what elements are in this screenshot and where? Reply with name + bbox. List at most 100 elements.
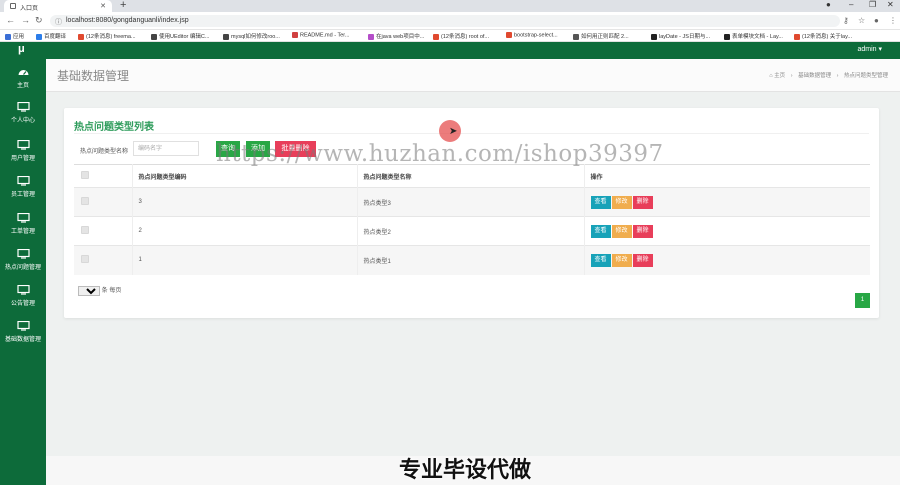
account-icon[interactable]: ● [874,16,879,25]
key-icon[interactable]: ⚷ [843,16,849,25]
edit-button[interactable]: 修改 [611,195,632,209]
delete-button[interactable]: 删除 [632,195,653,209]
monitor-icon [16,321,30,331]
bookmark-item[interactable]: bootstrap-select... [506,32,558,38]
bookmark-favicon-icon [433,33,439,40]
sidebar-item-label: 工单管理 [10,229,35,235]
bookmark-item[interactable]: (12条消息) root of... [433,32,489,40]
promo-banner: 专业毕设代做 [399,458,532,483]
edit-button[interactable]: 修改 [611,253,632,267]
url-field[interactable]: ⓘ localhost:8080/gongdanguanli/index.jsp [50,15,840,27]
delete-button[interactable]: 删除 [632,224,653,238]
bookmark-item[interactable]: 如何用正则匹配 2... [573,32,629,40]
sidebar-item[interactable]: 员工管理 [0,176,46,198]
bookmark-item[interactable]: 百度翻译 [36,32,66,40]
delete-button[interactable]: 删除 [632,253,653,267]
bookmark-item[interactable]: 在java web项目中... [368,32,424,40]
back-icon[interactable]: ← [6,15,15,25]
sidebar-item-label: 热点问题管理 [4,265,41,271]
sidebar-item[interactable]: 工单管理 [0,213,46,235]
breadcrumb-home[interactable]: 主页 [774,73,785,79]
close-window-icon[interactable]: ✕ [887,0,894,9]
table-row: 1 热点类型1 查看 修改 删除 [74,245,870,275]
cell-code: 1 [132,245,358,275]
bookmarks-bar: 应用 百度翻译 (12条消息) freema... 使用UEditor 编辑C... m… [0,30,900,42]
breadcrumb: ⌂ 主页 › 基础数据管理 › 热点问题类型管理 [769,71,888,79]
cell-code: 2 [132,216,358,246]
row-select-cell [74,216,133,246]
sidebar-item[interactable]: 公告管理 [0,285,46,307]
profile-icon[interactable]: ● [826,0,831,9]
page-size-control: 10 条 每页 [78,285,121,296]
select-all-cell [74,164,133,188]
bookmark-item[interactable]: layDate - JS日期与... [651,32,710,40]
cell-code: 3 [132,187,358,217]
bookmark-label: (12条消息) root of... [441,34,489,40]
row-checkbox[interactable] [81,255,89,264]
maximize-icon[interactable]: ❐ [869,0,876,9]
breadcrumb-level1[interactable]: 基础数据管理 [798,73,831,79]
bookmark-favicon-icon [78,33,84,40]
bookmark-item[interactable]: mysql如何修改roo... [223,32,280,40]
new-tab-icon[interactable]: + [120,0,126,11]
bookmark-favicon-icon [724,33,730,40]
sidebar-item-label: 员工管理 [10,192,35,198]
tab-close-icon[interactable]: ✕ [100,2,106,10]
user-menu[interactable]: admin ▾ [857,45,882,53]
column-header-name[interactable]: 热点问题类型名称 [357,164,585,188]
cell-name: 热点类型2 [357,216,585,246]
sidebar-item[interactable]: 用户管理 [0,140,46,162]
sidebar-item[interactable]: 热点问题管理 [0,249,46,271]
sidebar-item[interactable]: 基础数据管理 [0,321,46,343]
monitor-icon [16,140,30,150]
bookmark-item[interactable]: (12条消息) 关于lay... [794,32,852,40]
search-input[interactable] [133,141,199,156]
forward-icon[interactable]: → [21,15,30,25]
bookmark-label: README.md - Ter... [300,32,350,39]
menu-icon[interactable]: ⋮ [889,16,897,25]
bookmark-item[interactable]: 使用UEditor 编辑C... [151,32,209,40]
info-icon[interactable]: ⓘ [55,17,62,27]
sidebar: 主页个人中心用户管理员工管理工单管理热点问题管理公告管理基础数据管理 [0,59,46,485]
bookmark-favicon-icon [5,33,11,40]
bookmark-label: 在java web项目中... [376,34,425,40]
view-button[interactable]: 查看 [590,253,611,267]
reload-icon[interactable]: ↻ [35,15,43,26]
address-bar: ← → ↻ ⓘ localhost:8080/gongdanguanli/ind… [0,12,900,30]
column-header-actions: 操作 [584,164,870,188]
bookmark-favicon-icon [223,33,229,40]
column-header-code[interactable]: 热点问题类型编码 [132,164,358,188]
bookmark-item[interactable]: 应用 [5,32,24,40]
panel-divider [74,133,869,134]
pagination-page-button[interactable]: 1 [855,293,870,308]
brand-logo[interactable]: μ [18,43,25,55]
page-size-select[interactable]: 10 [78,286,100,296]
monitor-icon [16,176,30,186]
sidebar-item[interactable]: 主页 [0,67,46,89]
cell-actions: 查看 修改 删除 [584,216,870,246]
browser-tab[interactable]: 入口页 ✕ [4,0,112,12]
edit-button[interactable]: 修改 [611,224,632,238]
bookmark-item[interactable]: (12条消息) freema... [78,32,136,40]
row-select-cell [74,187,133,217]
data-table: 热点问题类型编码 热点问题类型名称 操作 3 热点类型3 查看 修改 删除 2 热点类型2 查… [74,164,870,275]
minimize-icon[interactable]: – [849,0,853,9]
page-favicon-icon [10,3,16,9]
bookmark-item[interactable]: 表单模块文档 - Lay... [724,32,783,40]
star-icon[interactable]: ☆ [858,16,865,25]
bookmark-label: 应用 [13,34,25,40]
page-title: 基础数据管理 [57,69,130,83]
breadcrumb-separator: › [790,73,793,79]
sidebar-item[interactable]: 个人中心 [0,102,46,124]
home-icon: ⌂ [769,73,773,79]
bookmark-favicon-icon [151,33,157,40]
select-all-checkbox[interactable] [81,171,89,179]
page-header: 基础数据管理 ⌂ 主页 › 基础数据管理 › 热点问题类型管理 [46,59,900,92]
row-checkbox[interactable] [81,226,89,234]
view-button[interactable]: 查看 [590,224,611,238]
bookmark-item[interactable]: README.md - Ter... [292,32,349,38]
bookmark-favicon-icon [573,33,579,40]
view-button[interactable]: 查看 [590,195,611,209]
row-checkbox[interactable] [81,197,89,205]
url-text: localhost:8080/gongdanguanli/index.jsp [66,17,189,24]
